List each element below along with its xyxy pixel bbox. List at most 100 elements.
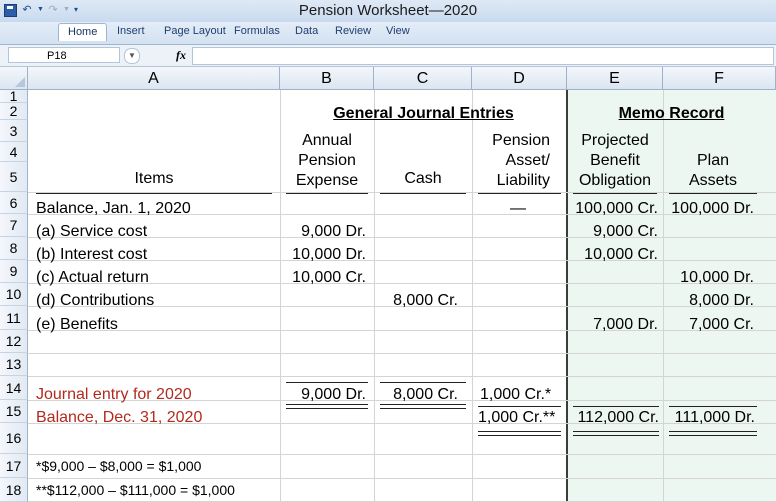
tab-view[interactable]: View [386,25,410,37]
header-assets: Assets [688,172,737,189]
total-rule [286,382,368,383]
header-pension-asset-2: Asset/ [505,152,550,169]
tab-insert[interactable]: Insert [117,25,145,37]
cell-f6[interactable]: 100,000 Dr. [663,199,754,218]
cell-b9[interactable]: 10,000 Cr. [280,268,366,287]
cell-e6[interactable]: 100,000 Cr. [567,199,658,218]
row-header[interactable]: 3 [0,120,28,142]
function-icon[interactable]: fx [176,48,186,63]
cell-f9[interactable]: 10,000 Dr. [663,268,754,287]
tab-formulas[interactable]: Formulas [234,25,280,37]
row-header[interactable]: 16 [0,423,28,454]
row-header[interactable]: 12 [0,330,28,353]
gridline [28,454,776,455]
header-obligation: Obligation [578,172,652,189]
select-all-corner[interactable] [0,67,28,90]
total-rule [380,382,466,383]
gridline [28,478,776,479]
formula-input[interactable] [192,47,774,65]
formula-bar: P18 ▼ fx [0,45,776,67]
general-journal-entries-heading: General Journal Entries [333,105,514,122]
header-rule [669,193,757,194]
cell-b7[interactable]: 9,000 Dr. [280,222,366,241]
column-header-a[interactable]: A [28,67,280,90]
cell-e7[interactable]: 9,000 Cr. [567,222,658,241]
name-box[interactable]: P18 [8,47,120,63]
row-header[interactable]: 6 [0,192,28,214]
tab-review[interactable]: Review [335,25,371,37]
row-header[interactable]: 14 [0,376,28,400]
total-rule [573,406,659,407]
cell-e11[interactable]: 7,000 Dr. [567,315,658,334]
gridline [28,376,776,377]
header-rule [380,193,466,194]
cell-a10[interactable]: (d) Contributions [36,291,154,310]
header-pension-asset-1: Pension [492,132,550,149]
cell-c10[interactable]: 8,000 Cr. [374,291,458,310]
column-header-c[interactable]: C [374,67,472,90]
double-rule [286,404,368,409]
row-header[interactable]: 4 [0,142,28,162]
row-header[interactable]: 15 [0,400,28,423]
row-header[interactable]: 2 [0,103,28,120]
total-rule [478,406,561,407]
double-rule [669,431,757,436]
row-header[interactable]: 13 [0,353,28,376]
double-rule [573,431,659,436]
row-header[interactable]: 10 [0,283,28,306]
ribbon-tab-bar: Home Insert Page Layout Formulas Data Re… [0,22,776,45]
cell-d6[interactable]: — [510,199,526,218]
cell-a18[interactable]: **$112,000 – $111,000 = $1,000 [36,481,235,500]
header-rule [286,193,368,194]
tab-home[interactable]: Home [58,23,108,41]
header-pension-asset-3: Liability [496,172,550,189]
name-box-dropdown-icon[interactable]: ▼ [124,48,140,64]
cell-a17[interactable]: *$9,000 – $8,000 = $1,000 [36,457,201,476]
cell-e15[interactable]: 112,000 Cr. [567,408,659,427]
header-cash: Cash [404,170,442,187]
cell-a9[interactable]: (c) Actual return [36,268,149,287]
row-header[interactable]: 18 [0,478,28,502]
column-header-e[interactable]: E [567,67,663,90]
cell-a8[interactable]: (b) Interest cost [36,245,147,264]
row-header[interactable]: 9 [0,260,28,283]
row-header[interactable]: 5 [0,162,28,192]
header-rule [573,193,657,194]
gridline [28,353,776,354]
row-header[interactable]: 11 [0,306,28,330]
row-header[interactable]: 7 [0,214,28,237]
total-rule [669,406,757,407]
tab-page-layout[interactable]: Page Layout [164,25,226,37]
cell-b14[interactable]: 9,000 Dr. [280,385,366,404]
cell-a14[interactable]: Journal entry for 2020 [36,385,192,404]
cell-a11[interactable]: (e) Benefits [36,315,118,334]
row-header[interactable]: 1 [0,89,28,103]
header-annual: Annual [302,132,352,149]
row-header[interactable]: 8 [0,237,28,260]
double-rule [478,431,561,436]
column-header-f[interactable]: F [663,67,776,90]
header-pension: Pension [298,152,356,169]
header-rule [36,193,272,194]
column-header-b[interactable]: B [280,67,374,90]
header-items: Items [134,170,174,187]
memo-record-heading: Memo Record [618,105,725,122]
cell-e8[interactable]: 10,000 Cr. [567,245,658,264]
cell-a6[interactable]: Balance, Jan. 1, 2020 [36,199,191,218]
cell-f15[interactable]: 111,000 Dr. [663,408,755,427]
column-header-d[interactable]: D [472,67,567,90]
cell-a15[interactable]: Balance, Dec. 31, 2020 [36,408,202,427]
cell-f10[interactable]: 8,000 Dr. [663,291,754,310]
cell-c14[interactable]: 8,000 Cr. [374,385,458,404]
row-header[interactable]: 17 [0,454,28,478]
cell-a7[interactable]: (a) Service cost [36,222,147,241]
header-expense: Expense [295,172,359,189]
tab-data[interactable]: Data [295,25,318,37]
header-plan: Plan [696,152,730,169]
cell-b8[interactable]: 10,000 Dr. [280,245,366,264]
cell-f11[interactable]: 7,000 Cr. [663,315,754,334]
cell-d15[interactable]: 1,000 Cr.** [478,408,555,427]
header-projected: Projected [581,132,649,149]
cell-d14[interactable]: 1,000 Cr.* [480,385,551,404]
header-rule [478,193,561,194]
